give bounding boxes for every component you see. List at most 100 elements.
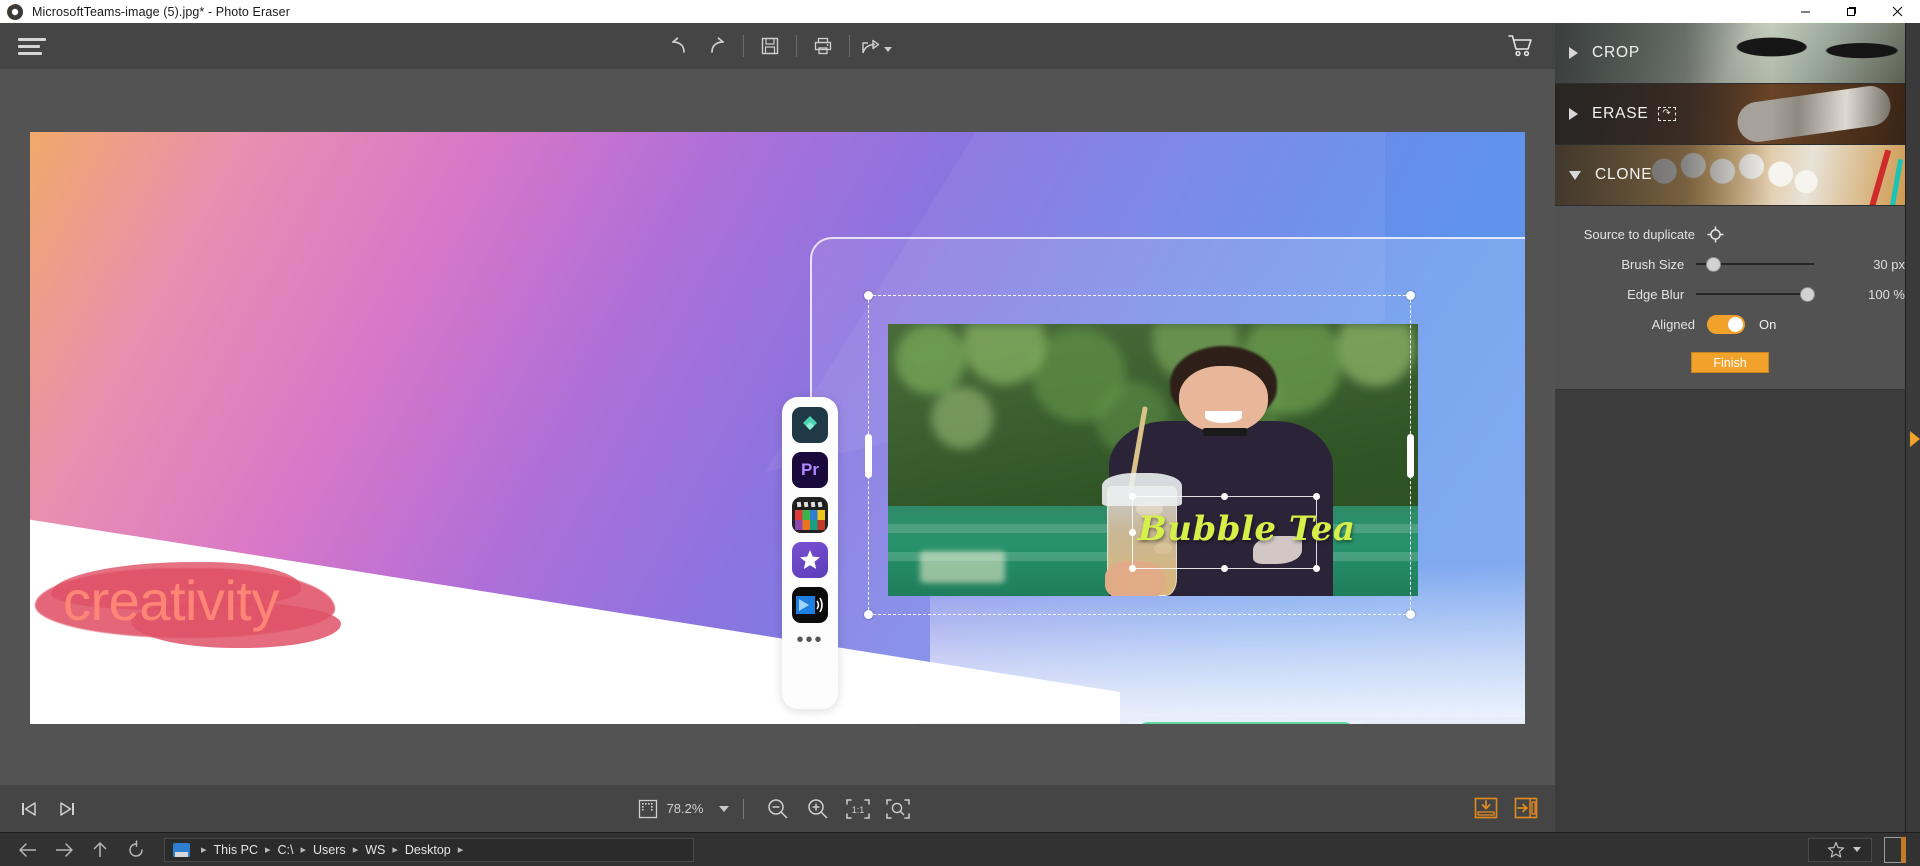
edge-blur-label: Edge Blur (1627, 286, 1685, 302)
text-handle-bottom-center[interactable] (1220, 565, 1228, 572)
fit-selection-icon[interactable] (637, 798, 659, 820)
skip-previous-icon[interactable] (10, 794, 48, 824)
arrow-forward-icon[interactable] (46, 835, 82, 865)
timeline-audio-track: ♫ (1138, 722, 1354, 724)
zoom-separator (743, 798, 745, 819)
erase-section-label: ERASE (1592, 105, 1649, 122)
toggle-bottom-panel-icon[interactable] (1471, 793, 1501, 823)
selection-handle-right-bar[interactable] (1407, 434, 1414, 478)
editor-bottom-bar: 78.2% 1:1 (0, 785, 1555, 832)
undo-button[interactable] (660, 29, 698, 63)
breadcrumb-item-this-pc[interactable]: This PC (214, 843, 258, 857)
text-handle-top-left[interactable] (1129, 493, 1136, 500)
edited-photo[interactable]: creativity Pr ••• Bubble Tea (30, 132, 1525, 724)
toggle-right-panel-icon[interactable] (1511, 793, 1541, 823)
share-button[interactable] (857, 29, 895, 63)
arrow-back-icon[interactable] (10, 835, 46, 865)
accordion-section-crop[interactable]: CROP (1555, 23, 1905, 84)
text-handle-bottom-right[interactable] (1313, 565, 1320, 572)
brush-size-value: 30 px (1873, 256, 1905, 272)
save-button[interactable] (751, 29, 789, 63)
explorer-right-group (1808, 836, 1920, 863)
toolbar-center-group (0, 23, 1555, 69)
panel-collapse-rail[interactable] (1905, 23, 1920, 832)
explorer-navigation-group (10, 835, 154, 865)
brush-size-label: Brush Size (1621, 256, 1685, 272)
breadcrumb-separator: ▸ (352, 844, 359, 856)
edge-blur-value: 100 % (1868, 286, 1905, 302)
favorites-chevron-down-icon[interactable] (1853, 847, 1861, 852)
selection-handle-top-right[interactable] (1406, 291, 1415, 300)
toolbar-separator (849, 35, 850, 57)
main-toolbar (0, 23, 1555, 69)
maximize-button[interactable] (1828, 0, 1874, 23)
minimize-button[interactable] (1782, 0, 1828, 23)
favorites-dropdown[interactable] (1808, 837, 1872, 862)
preview-pane-icon[interactable] (1884, 836, 1906, 863)
slider-track (1696, 293, 1815, 295)
hamburger-menu-icon[interactable] (18, 35, 48, 57)
zoom-level-label[interactable]: 78.2% (667, 801, 704, 816)
brush-size-slider-thumb[interactable] (1706, 256, 1722, 272)
final-cut-pro-app-icon (792, 497, 828, 533)
breadcrumb-item-c-drive[interactable]: C:\ (278, 843, 294, 857)
brush-size-row: Brush Size 30 px (1555, 250, 1905, 278)
print-button[interactable] (804, 29, 842, 63)
accordion-section-erase[interactable]: ERASE ↷ (1555, 84, 1905, 145)
zoom-dropdown-chevron-down-icon[interactable] (719, 805, 730, 812)
breadcrumb[interactable]: ▸ This PC ▸ C:\ ▸ Users ▸ WS ▸ Desktop ▸ (164, 837, 694, 862)
accordion-section-clone[interactable]: CLONE (1555, 145, 1905, 206)
redo-button[interactable] (698, 29, 736, 63)
canvas-area[interactable]: creativity Pr ••• Bubble Tea (0, 69, 1555, 785)
text-handle-bottom-left[interactable] (1129, 565, 1136, 572)
crosshair-target-icon[interactable] (1707, 226, 1724, 243)
breadcrumb-item-users[interactable]: Users (313, 843, 346, 857)
audio-marker-pin[interactable] (1293, 722, 1302, 724)
shopping-cart-icon[interactable] (1507, 34, 1533, 58)
edge-blur-slider-thumb[interactable] (1800, 286, 1816, 302)
chevron-down-icon (884, 46, 892, 52)
selection-handle-left-bar[interactable] (865, 434, 872, 478)
tools-right-panel: CROP ERASE ↷ CLONE Source to duplicate B… (1555, 23, 1905, 866)
audio-marker-pin[interactable] (1204, 722, 1213, 724)
bubble-tea-text-layer[interactable]: Bubble Tea (1138, 509, 1355, 549)
fit-to-window-button[interactable] (878, 793, 918, 825)
arrow-up-icon[interactable] (82, 835, 118, 865)
clone-section-label: CLONE (1595, 166, 1653, 183)
breadcrumb-separator: ▸ (201, 844, 207, 856)
close-button[interactable] (1874, 0, 1920, 23)
text-handle-middle-left[interactable] (1129, 528, 1136, 536)
zoom-controls-group: 78.2% 1:1 (0, 785, 1555, 832)
brush-size-slider[interactable] (1696, 256, 1815, 272)
crop-section-label: CROP (1592, 44, 1640, 61)
filmora-app-icon (792, 407, 828, 443)
edge-blur-slider[interactable] (1696, 286, 1816, 302)
finish-button-row: Finish (1555, 352, 1905, 373)
breadcrumb-item-ws[interactable]: WS (365, 843, 385, 857)
selection-handle-top-left[interactable] (864, 291, 873, 300)
text-handle-top-right[interactable] (1313, 493, 1320, 500)
aligned-row: Aligned On (1555, 310, 1905, 338)
zoom-out-button[interactable] (758, 793, 798, 825)
triangle-down-icon (1569, 170, 1581, 180)
header-scrim (1555, 23, 1772, 83)
breadcrumb-separator: ▸ (300, 844, 307, 856)
source-to-duplicate-label: Source to duplicate (1583, 226, 1695, 242)
skip-next-icon[interactable] (48, 794, 86, 824)
premiere-pro-label: Pr (801, 460, 819, 479)
selection-handle-bottom-left[interactable] (864, 610, 873, 619)
refresh-icon[interactable] (118, 835, 154, 865)
panel-collapse-arrow-icon[interactable] (1910, 431, 1920, 447)
aligned-toggle[interactable] (1707, 314, 1745, 334)
premiere-pro-app-icon: Pr (792, 452, 828, 488)
finish-button[interactable]: Finish (1691, 352, 1769, 373)
breadcrumb-separator: ▸ (392, 844, 398, 856)
actual-size-button[interactable]: 1:1 (838, 793, 878, 825)
toolbar-separator (743, 35, 744, 57)
aligned-state-label: On (1759, 316, 1777, 332)
selection-handle-bottom-right[interactable] (1406, 610, 1415, 619)
zoom-in-button[interactable] (798, 793, 838, 825)
app-dock: Pr ••• (782, 397, 838, 709)
text-handle-top-center[interactable] (1220, 493, 1228, 500)
breadcrumb-item-desktop[interactable]: Desktop (405, 843, 451, 857)
